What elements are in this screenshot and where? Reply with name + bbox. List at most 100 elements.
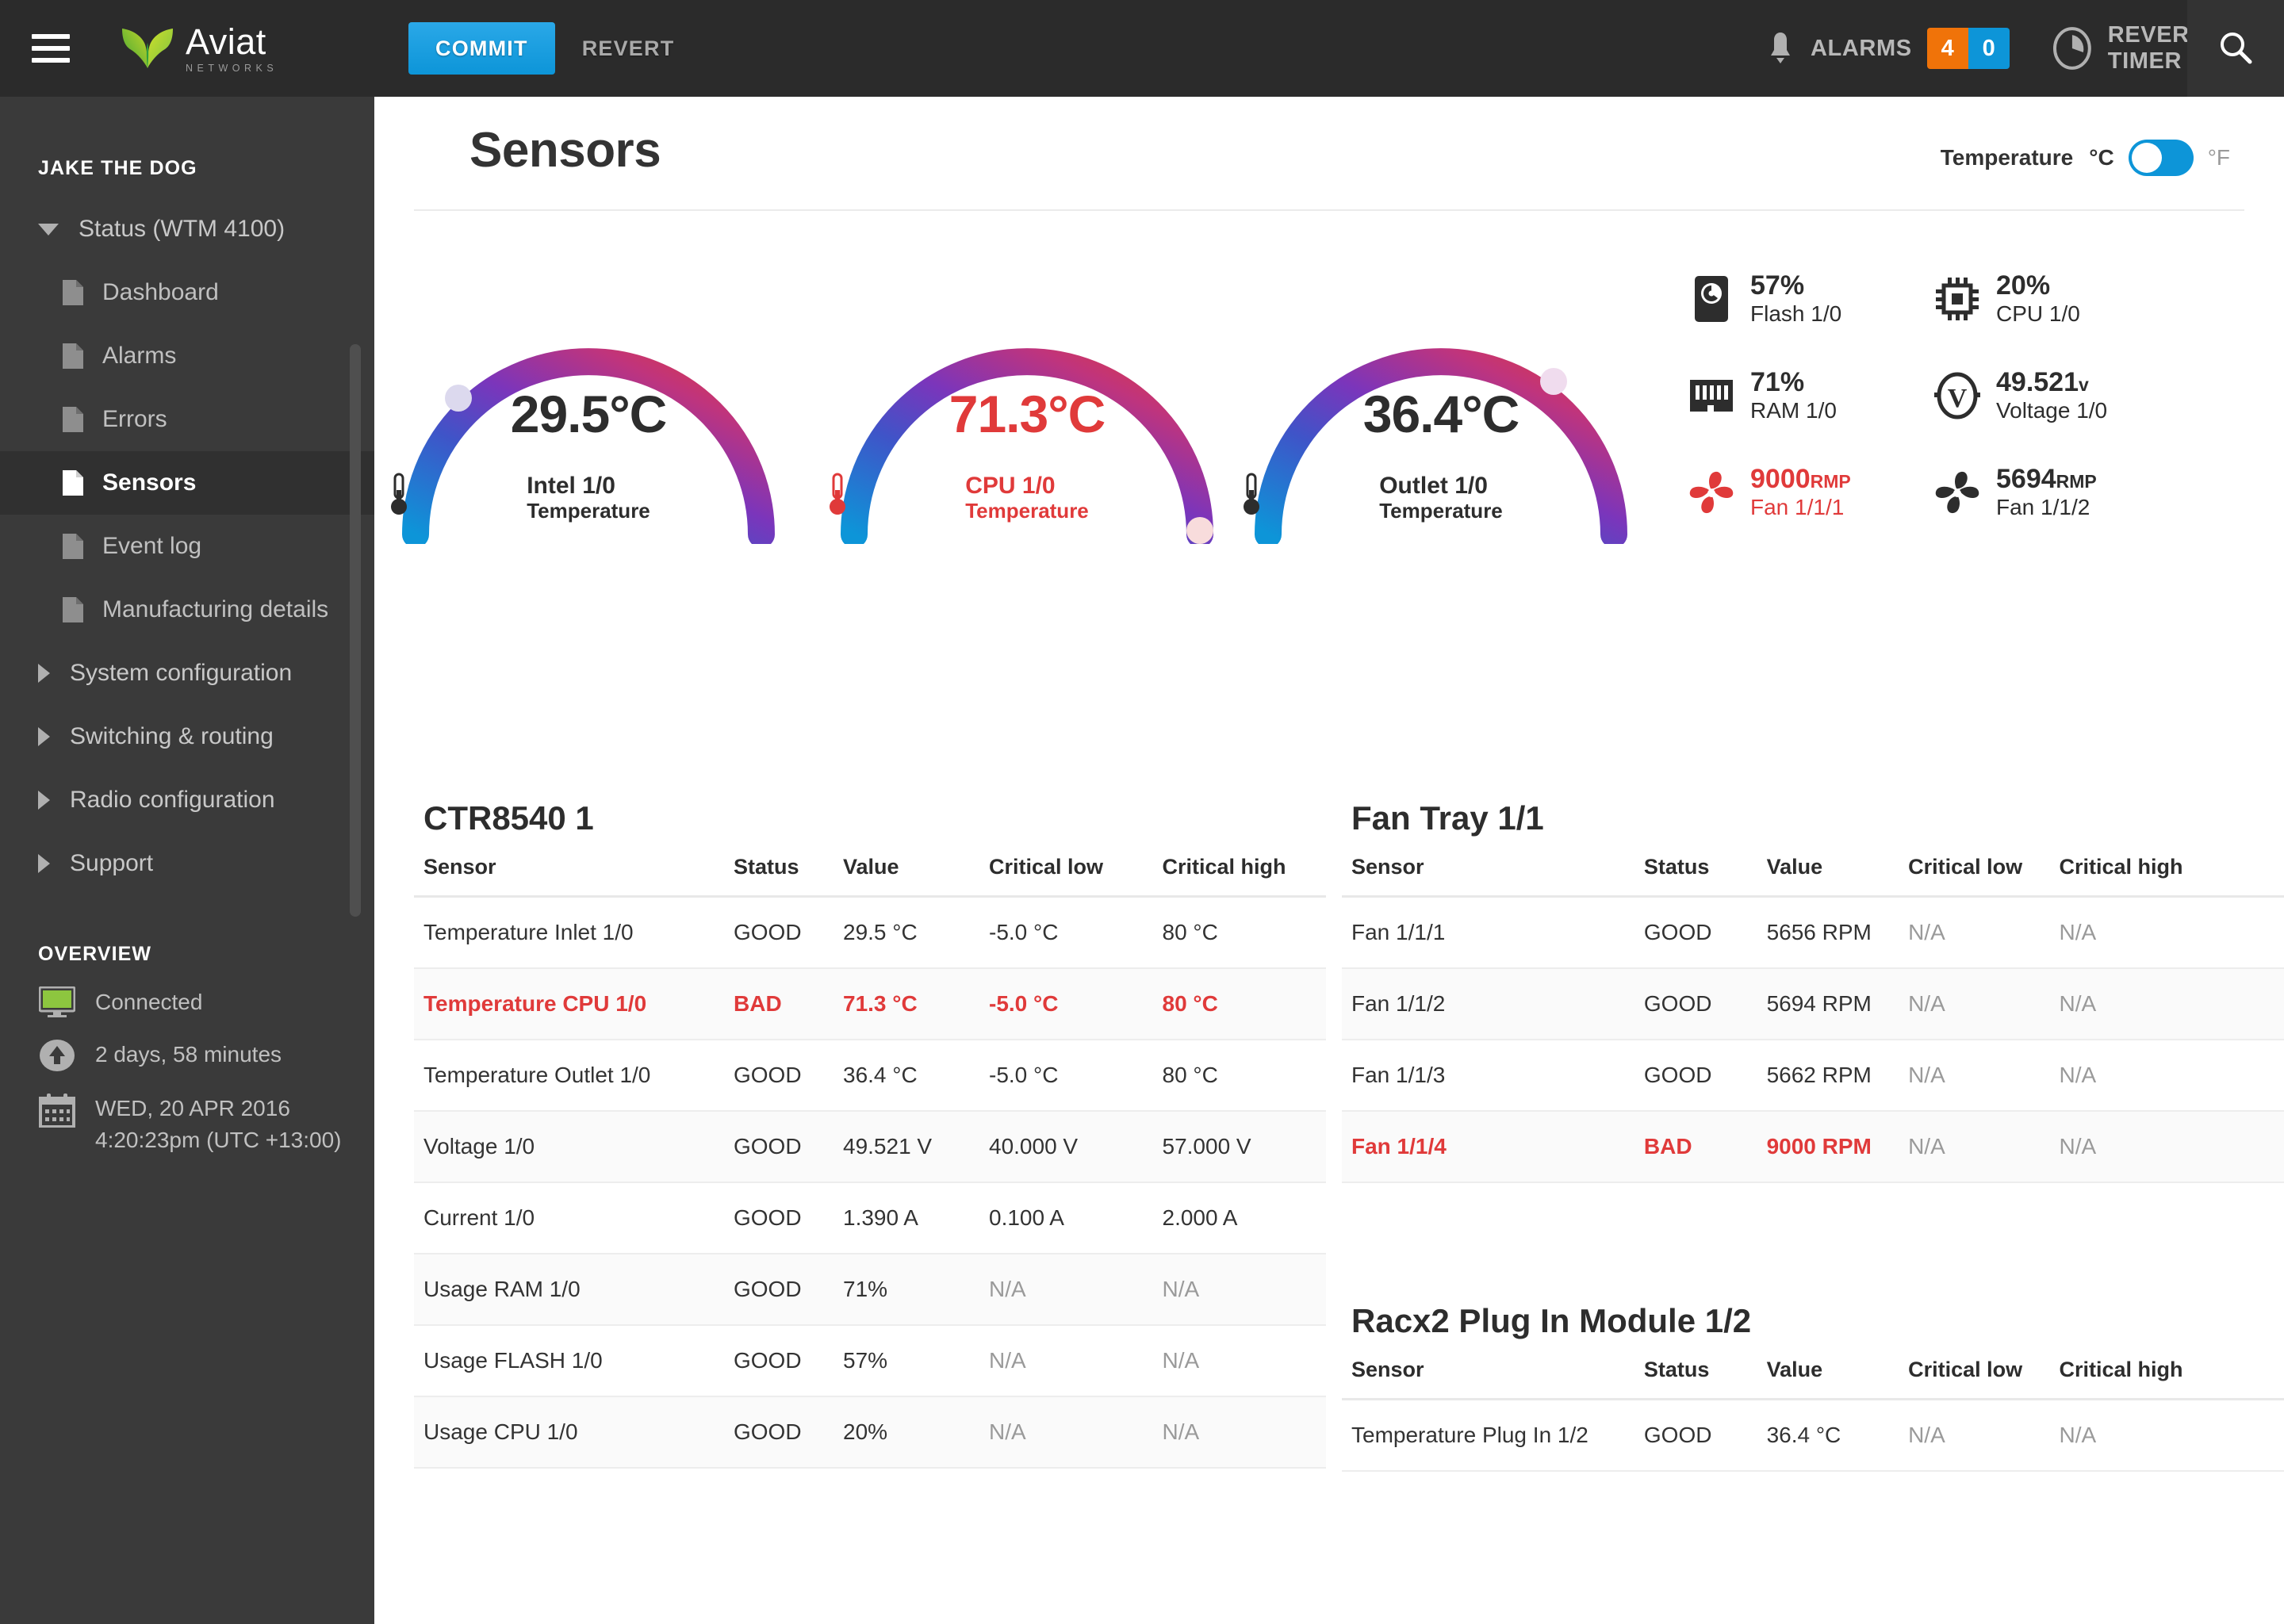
col-sensor: Sensor: [1342, 855, 1634, 898]
svg-text:V: V: [1948, 384, 1968, 413]
cell-sensor: Fan 1/1/1: [1342, 896, 1634, 969]
table-row[interactable]: Temperature Inlet 1/0 GOOD 29.5 °C -5.0 …: [414, 896, 1326, 969]
cell-critical-high: N/A: [1152, 1396, 1326, 1469]
unit-celsius-label[interactable]: °C: [2089, 145, 2113, 170]
chevron-right-icon: [38, 791, 50, 810]
table-header-row: Sensor Status Value Critical low Critica…: [414, 855, 1326, 898]
metric-label: CPU 1/0: [1996, 301, 2080, 327]
cell-critical-high: N/A: [2049, 1111, 2284, 1183]
unit-fahrenheit-label[interactable]: °F: [2208, 145, 2230, 170]
overview-heading: OVERVIEW: [38, 943, 152, 965]
sidebar-item-event-log[interactable]: Event log: [0, 515, 374, 578]
table-row[interactable]: Fan 1/1/2 GOOD 5694 RPM N/A N/A: [1342, 968, 2284, 1040]
commit-button[interactable]: COMMIT: [408, 22, 555, 75]
sidebar-item-sensors[interactable]: Sensors: [0, 451, 374, 515]
metric-badges: 57% Flash 1/0 20% CPU 1/0 71% RAM 1/0 V …: [1687, 251, 2242, 541]
voltmeter-icon: V: [1933, 371, 1982, 420]
table-row[interactable]: Fan 1/1/1 GOOD 5656 RPM N/A N/A: [1342, 896, 2284, 969]
cell-critical-low: N/A: [979, 1396, 1153, 1469]
sensor-table-ctr8540: Sensor Status Value Critical low Critica…: [414, 855, 1326, 1469]
col-sensor: Sensor: [1342, 1358, 1634, 1400]
sidebar-item-label: Manufacturing details: [102, 596, 329, 622]
cell-value: 36.4 °C: [1757, 1399, 1899, 1472]
col-status: Status: [1634, 855, 1757, 898]
sidebar-item-dashboard[interactable]: Dashboard: [0, 261, 374, 324]
sidebar-group-support[interactable]: Support: [0, 832, 374, 895]
cell-value: 71%: [834, 1254, 979, 1326]
cell-critical-low: N/A: [1899, 1399, 2050, 1472]
brand-logo[interactable]: Aviat NETWORKS: [121, 24, 278, 74]
sidebar-group-status[interactable]: Status (WTM 4100): [0, 197, 374, 261]
sidebar-group-label: Radio configuration: [70, 787, 275, 813]
thermometer-icon: [1244, 473, 1259, 515]
cell-status: GOOD: [1634, 1040, 1757, 1112]
search-button[interactable]: [2187, 0, 2284, 97]
hamburger-menu-icon[interactable]: [32, 34, 70, 63]
gauge-row: 29.5°C Intel 1/0 Temperature 71.3°C CPU …: [374, 243, 2284, 544]
ram-stick-icon: [1687, 377, 1736, 415]
revert-button[interactable]: REVERT: [582, 36, 675, 61]
sidebar-group-switching-routing[interactable]: Switching & routing: [0, 705, 374, 768]
table-row[interactable]: Temperature Outlet 1/0 GOOD 36.4 °C -5.0…: [414, 1040, 1326, 1112]
metric-flash: 57% Flash 1/0: [1687, 251, 1933, 347]
table-row[interactable]: Temperature CPU 1/0 BAD 71.3 °C -5.0 °C …: [414, 968, 1326, 1040]
unit-switch[interactable]: [2128, 140, 2194, 176]
cell-critical-low: N/A: [1899, 968, 2050, 1040]
cell-critical-low: 40.000 V: [979, 1111, 1153, 1183]
top-bar-brand-area: Aviat NETWORKS: [0, 0, 374, 97]
cell-status: GOOD: [724, 1325, 834, 1397]
sidebar-item-manufacturing-details[interactable]: Manufacturing details: [0, 578, 374, 642]
table-row[interactable]: Usage FLASH 1/0 GOOD 57% N/A N/A: [414, 1325, 1326, 1397]
sidebar-group-label: Switching & routing: [70, 723, 274, 749]
gauge-value: 36.4°C: [1362, 385, 1520, 443]
table-row[interactable]: Usage CPU 1/0 GOOD 20% N/A N/A: [414, 1396, 1326, 1469]
cell-critical-high: 2.000 A: [1152, 1182, 1326, 1254]
sidebar-item-errors[interactable]: Errors: [0, 388, 374, 451]
table-row[interactable]: Fan 1/1/4 BAD 9000 RPM N/A N/A: [1342, 1111, 2284, 1183]
table-row[interactable]: Current 1/0 GOOD 1.390 A 0.100 A 2.000 A: [414, 1182, 1326, 1254]
table-row[interactable]: Fan 1/1/3 GOOD 5662 RPM N/A N/A: [1342, 1040, 2284, 1112]
sidebar-item-label: Event log: [102, 533, 202, 559]
document-icon: [63, 280, 83, 305]
alarms-indicator[interactable]: ALARMS 4 0: [1766, 0, 2010, 97]
alarm-count-critical[interactable]: 4: [1926, 28, 1968, 69]
table-row[interactable]: Voltage 1/0 GOOD 49.521 V 40.000 V 57.00…: [414, 1111, 1326, 1183]
cell-critical-high: N/A: [1152, 1325, 1326, 1397]
table-row[interactable]: Temperature Plug In 1/2 GOOD 36.4 °C N/A…: [1342, 1399, 2284, 1472]
sidebar-group-system-configuration[interactable]: System configuration: [0, 642, 374, 705]
sidebar-item-alarms[interactable]: Alarms: [0, 324, 374, 388]
search-icon: [2221, 33, 2252, 64]
sensor-table-racx2: Sensor Status Value Critical low Critica…: [1342, 1358, 2284, 1472]
table-row[interactable]: Usage RAM 1/0 GOOD 71% N/A N/A: [414, 1254, 1326, 1326]
table-block-fantray: Fan Tray 1/1 Sensor Status Value Critica…: [1342, 799, 2284, 1183]
cell-sensor: Temperature CPU 1/0: [414, 968, 724, 1040]
cell-status: GOOD: [724, 896, 834, 969]
cell-status: GOOD: [724, 1396, 834, 1469]
alarm-count-minor[interactable]: 0: [1968, 28, 2010, 69]
chevron-right-icon: [38, 727, 50, 746]
monitor-icon: [38, 986, 76, 1018]
cell-status: GOOD: [724, 1254, 834, 1326]
cell-critical-low: 0.100 A: [979, 1182, 1153, 1254]
cell-sensor: Voltage 1/0: [414, 1111, 724, 1183]
cell-value: 20%: [834, 1396, 979, 1469]
sidebar-group-radio-configuration[interactable]: Radio configuration: [0, 768, 374, 832]
uptime-arrow-icon: [38, 1039, 76, 1072]
thermometer-icon: [391, 473, 407, 515]
sidebar-scrollbar[interactable]: [350, 344, 361, 917]
cell-status: GOOD: [1634, 968, 1757, 1040]
col-critical-high: Critical high: [2049, 1358, 2284, 1400]
gauge-name: Outlet 1/0: [1379, 473, 1488, 499]
metric-value: 9000RMP: [1750, 464, 1851, 495]
cell-value: 5694 RPM: [1757, 968, 1899, 1040]
cell-sensor: Usage RAM 1/0: [414, 1254, 724, 1326]
sidebar-device-title: JAKE THE DOG: [38, 157, 197, 179]
overview-connection-label: Connected: [95, 990, 203, 1014]
thermometer-icon: [830, 473, 845, 515]
metric-voltage: V 49.521v Voltage 1/0: [1933, 347, 2179, 444]
calendar-icon: [38, 1093, 76, 1128]
gauge-cpu-temperature: 71.3°C CPU 1/0 Temperature: [829, 243, 1225, 544]
sidebar-group-label: Status (WTM 4100): [79, 216, 286, 242]
cell-sensor: Temperature Plug In 1/2: [1342, 1399, 1634, 1472]
gauge-footer: CPU 1/0 Temperature: [829, 473, 1225, 523]
